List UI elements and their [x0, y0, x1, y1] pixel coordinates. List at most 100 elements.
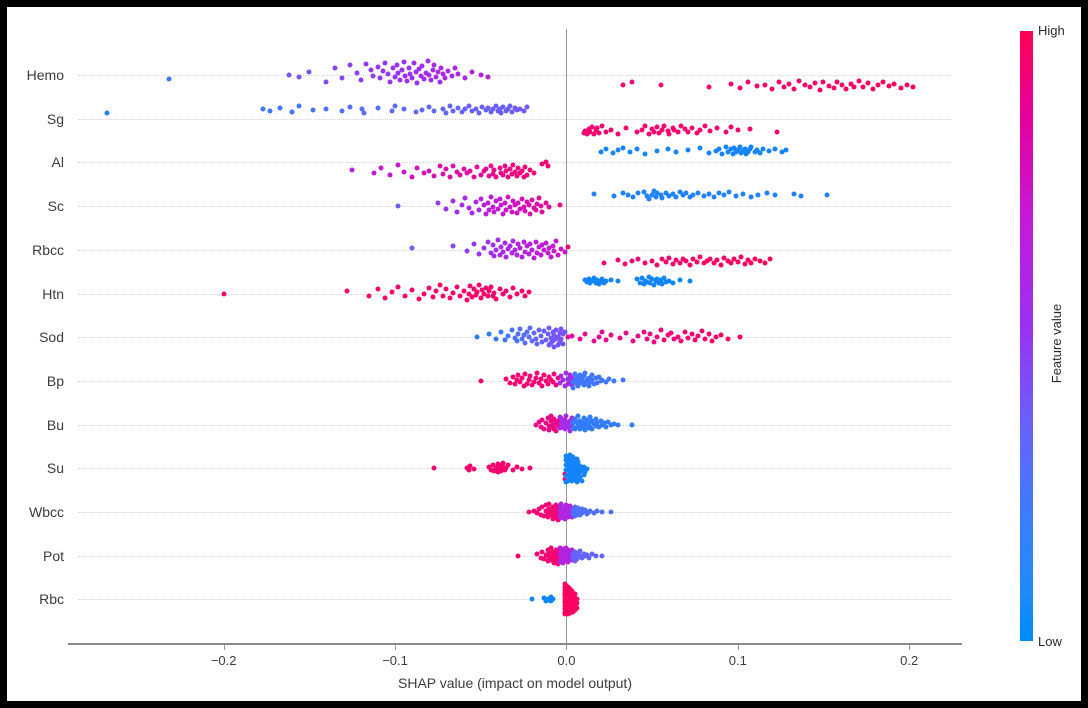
- shap-dot: [581, 464, 587, 470]
- shap-dot: [733, 149, 739, 155]
- x-tick: [737, 645, 739, 650]
- shap-dot: [406, 65, 412, 71]
- shap-dot: [593, 553, 599, 559]
- shap-dot: [545, 558, 551, 564]
- shap-dot: [433, 288, 439, 294]
- shap-dot: [557, 339, 563, 345]
- shap-dot: [634, 276, 640, 282]
- shap-dot: [654, 190, 660, 196]
- shap-dot: [615, 131, 621, 137]
- shap-dot: [557, 425, 563, 431]
- shap-dot: [610, 150, 616, 156]
- shap-dot: [558, 556, 564, 562]
- shap-dot: [515, 331, 521, 337]
- shap-dot: [575, 554, 581, 560]
- shap-dot: [545, 596, 551, 602]
- shap-dot: [485, 200, 491, 206]
- shap-dot: [582, 427, 588, 433]
- shap-dot: [514, 173, 520, 179]
- y-tick-label-sg: Sg: [46, 110, 64, 127]
- shap-dot: [589, 124, 595, 130]
- shap-dot: [368, 67, 374, 73]
- shap-dot: [572, 553, 578, 559]
- shap-dot: [567, 588, 573, 594]
- shap-dot: [551, 426, 557, 432]
- shap-dot: [603, 129, 609, 135]
- shap-dot: [711, 194, 717, 200]
- shap-dot: [539, 504, 545, 510]
- shap-dot: [586, 509, 592, 515]
- shap-dot: [697, 254, 703, 260]
- shap-dot: [557, 545, 563, 551]
- shap-dot: [718, 262, 724, 268]
- shap-dot: [699, 328, 705, 334]
- shap-dot: [623, 330, 629, 336]
- shap-dot: [502, 200, 508, 206]
- shap-dot: [687, 278, 693, 284]
- shap-dot: [471, 241, 477, 247]
- shap-dot: [557, 330, 563, 336]
- shap-dot: [584, 417, 590, 423]
- shap-dot: [553, 553, 559, 559]
- shap-dot: [733, 193, 739, 199]
- shap-dot: [541, 372, 547, 378]
- shap-dot: [558, 336, 564, 342]
- shap-dot: [694, 259, 700, 265]
- shap-dot: [519, 196, 525, 202]
- shap-dot: [449, 73, 455, 79]
- shap-dot: [428, 77, 434, 83]
- gridline-sg: [78, 118, 952, 120]
- shap-dot: [574, 473, 580, 479]
- shap-dot: [560, 377, 566, 383]
- shap-dot: [569, 596, 575, 602]
- shap-dot: [649, 276, 655, 282]
- shap-dot: [572, 416, 578, 422]
- shap-dot: [646, 196, 652, 202]
- shap-dot: [560, 551, 566, 557]
- shap-dot: [798, 193, 804, 199]
- shap-dot: [596, 281, 602, 287]
- shap-dot: [577, 463, 583, 469]
- shap-dot: [646, 274, 652, 280]
- shap-dot: [471, 174, 477, 180]
- shap-dot: [572, 513, 578, 519]
- shap-dot: [620, 190, 626, 195]
- shap-dot: [654, 334, 660, 340]
- shap-dot: [529, 197, 535, 203]
- shap-dot: [536, 506, 542, 512]
- shap-dot: [567, 556, 573, 562]
- shap-dot: [522, 371, 528, 377]
- shap-dot: [421, 291, 427, 297]
- shap-dot: [569, 514, 575, 520]
- shap-dot: [323, 79, 329, 85]
- shap-dot: [382, 295, 388, 301]
- shap-dot: [541, 328, 547, 334]
- shap-dot: [498, 329, 504, 335]
- shap-dot: [567, 553, 573, 559]
- shap-dot: [462, 75, 468, 81]
- shap-dot: [450, 163, 456, 169]
- shap-dot: [466, 291, 472, 296]
- shap-dot: [569, 557, 575, 563]
- shap-dot: [682, 329, 688, 335]
- shap-dot: [766, 148, 772, 154]
- shap-dot: [725, 149, 730, 155]
- shap-dot: [682, 126, 688, 132]
- shap-dot: [574, 512, 580, 518]
- shap-dot: [555, 555, 561, 561]
- shap-dot: [781, 84, 787, 90]
- shap-dot: [433, 74, 439, 80]
- shap-dot: [725, 258, 730, 264]
- shap-dot: [421, 76, 427, 82]
- shap-dot: [577, 508, 583, 514]
- shap-dot: [579, 420, 585, 426]
- shap-dot: [730, 151, 736, 157]
- shap-dot: [834, 79, 840, 85]
- shap-dot: [267, 108, 273, 114]
- shap-dot: [519, 254, 525, 260]
- shap-dot: [567, 602, 573, 608]
- shap-dot: [725, 336, 730, 342]
- shap-dot: [553, 557, 559, 563]
- shap-dot: [611, 378, 617, 384]
- shap-dot: [668, 330, 674, 336]
